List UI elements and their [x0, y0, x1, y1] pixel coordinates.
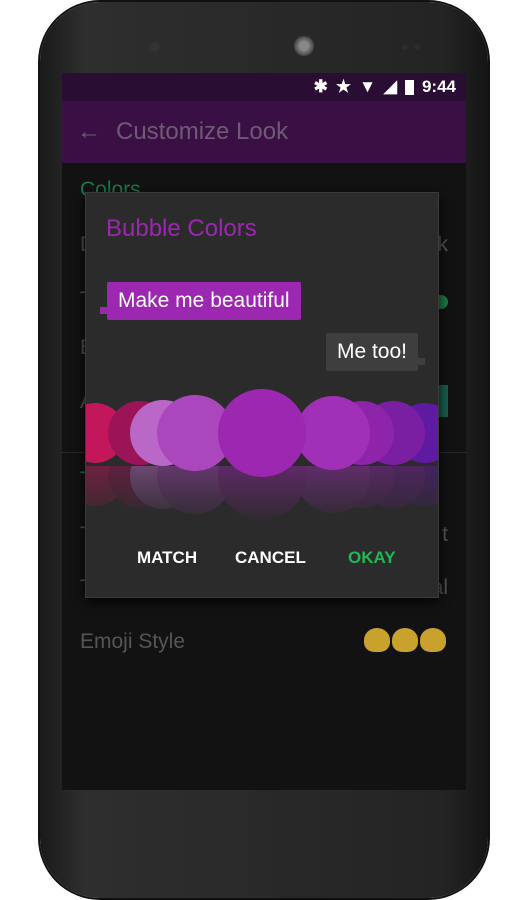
camera — [150, 42, 160, 52]
incoming-bubble-preview: Make me beautiful — [100, 282, 301, 320]
clock: 9:44 — [421, 77, 456, 96]
emoji-preview — [364, 628, 446, 652]
wink-emoji-icon — [420, 628, 446, 652]
emoji-style-label[interactable]: Emoji Style — [80, 630, 185, 654]
speaker — [294, 36, 314, 56]
bluetooth-icon: ✱ — [313, 77, 328, 96]
dialog-title: Bubble Colors — [106, 215, 257, 242]
sensor — [402, 44, 408, 50]
list-item-value: t — [442, 523, 448, 546]
list-item-value: k — [437, 233, 449, 256]
kiss-emoji-icon — [392, 628, 418, 652]
color-swatch-circle[interactable] — [296, 396, 370, 470]
cancel-button[interactable]: CANCEL — [235, 548, 306, 568]
star-icon: ★ — [335, 77, 352, 96]
color-swatch — [438, 385, 448, 417]
sensor — [414, 44, 420, 50]
app-bar: ← Customize Look — [62, 101, 466, 163]
color-reflection — [218, 466, 306, 520]
match-button[interactable]: MATCH — [137, 548, 197, 568]
signal-icon: ◢ — [383, 77, 397, 96]
color-swatch-circle[interactable] — [218, 389, 306, 477]
battery-icon — [404, 79, 414, 95]
okay-button[interactable]: OKAY — [348, 548, 396, 568]
wifi-icon: ▼ — [359, 77, 376, 96]
outgoing-bubble-preview: Me too! — [325, 333, 426, 371]
page-title: Customize Look — [116, 118, 289, 145]
screen: ✱ ★ ▼ ◢ 9:44 ← Customize Look Colors D k… — [62, 73, 466, 790]
status-bar: ✱ ★ ▼ ◢ 9:44 — [62, 73, 466, 101]
smile-emoji-icon — [364, 628, 390, 652]
bubble-colors-dialog: Bubble Colors Make me beautiful Me too! … — [86, 193, 438, 597]
carousel-reflection — [86, 466, 438, 526]
arrow-left-icon[interactable]: ← — [62, 118, 116, 146]
